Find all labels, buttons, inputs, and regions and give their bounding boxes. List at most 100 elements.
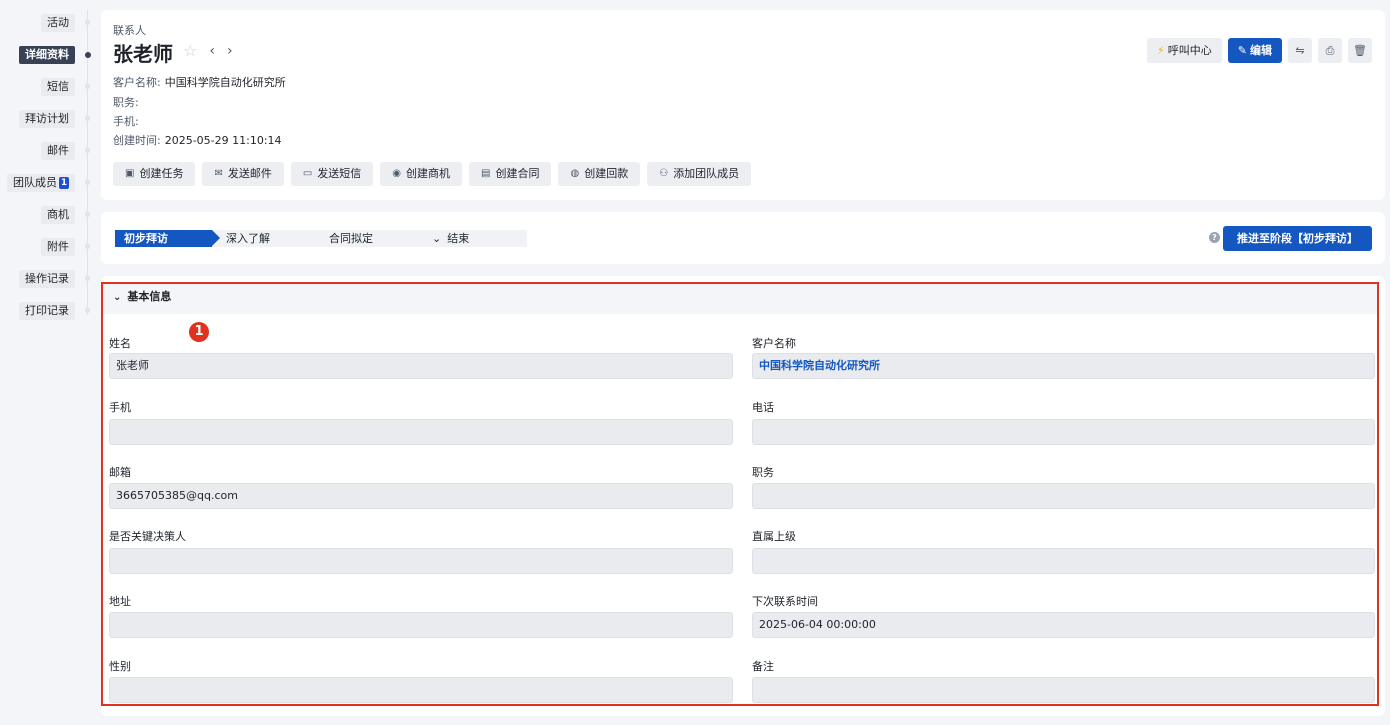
field-label-position: 职务 — [752, 466, 774, 479]
nav-item-operation-log[interactable]: 操作记录 — [19, 270, 75, 288]
edit-icon: ✎ — [1237, 44, 1247, 57]
chevron-down-icon: ⌄ — [432, 232, 442, 245]
nav-item-visit-plan[interactable]: 拜访计划 — [19, 110, 75, 128]
add-team-member-button[interactable]: ⚇ 添加团队成员 — [647, 162, 752, 186]
basic-info-header[interactable]: ⌄ 基本信息 — [103, 284, 1377, 314]
action-toolbar: ▣ 创建任务 ✉ 发送邮件 ▭ 发送短信 ◉ 创建商机 ▤ 创建合同 ◍ 创建回款 ⚇ 添加团… — [113, 162, 752, 186]
position-field[interactable] — [752, 483, 1375, 509]
stage-label: 深入了解 — [226, 232, 270, 245]
button-label: 创建合同 — [495, 167, 540, 180]
contact-header-card: 联系人 张老师 ☆ ‹ › 客户名称: 中国科学院自动化研究所 职务: 手机: 创… — [101, 10, 1385, 200]
meta-position: 职务: — [113, 94, 143, 110]
message-icon: ▭ — [302, 168, 313, 179]
field-label-mobile: 手机 — [109, 401, 131, 414]
nav-dot — [85, 212, 90, 217]
field-label-next-contact: 下次联系时间 — [752, 595, 818, 608]
nav-item-activity[interactable]: 活动 — [41, 14, 75, 32]
button-label: 发送短信 — [317, 167, 362, 180]
field-label-decision-maker: 是否关键决策人 — [109, 530, 186, 543]
chevron-right-icon[interactable]: › — [227, 43, 233, 59]
meta-value: 中国科学院自动化研究所 — [164, 76, 286, 89]
field-label-address: 地址 — [109, 595, 131, 608]
users-icon: ⚇ — [659, 168, 669, 179]
nav-item-sms[interactable]: 短信 — [41, 78, 75, 96]
nav-item-details[interactable]: 详细资料 — [19, 46, 75, 64]
title-icons: ☆ ‹ › — [183, 41, 233, 60]
page-title: 张老师 — [113, 42, 173, 66]
edit-button[interactable]: ✎ 编辑 — [1227, 38, 1282, 63]
gender-field[interactable] — [109, 677, 733, 703]
button-label: 创建回款 — [584, 167, 629, 180]
nav-dot — [85, 308, 90, 313]
send-sms-button[interactable]: ▭ 发送短信 — [290, 162, 374, 186]
meta-mobile: 手机: — [113, 113, 143, 129]
chevron-left-icon[interactable]: ‹ — [209, 43, 215, 59]
button-label: 发送邮件 — [227, 167, 272, 180]
meta-created: 创建时间: 2025-05-29 11:10:14 — [113, 132, 282, 148]
field-label-name: 姓名 — [109, 337, 131, 350]
mail-icon: ✉ — [214, 168, 223, 179]
nav-label: 邮件 — [47, 144, 69, 157]
stage-label: 合同拟定 — [329, 232, 373, 245]
delete-button[interactable]: 🗑 — [1348, 38, 1372, 63]
field-label-superior: 直属上级 — [752, 530, 796, 543]
field-label-phone: 电话 — [752, 401, 774, 414]
nav-label: 商机 — [47, 208, 69, 221]
stage-contract-drafting[interactable]: 合同拟定 — [315, 230, 426, 247]
transfer-icon: ⇋ — [1295, 44, 1305, 57]
button-label: 创建商机 — [406, 167, 451, 180]
nav-label: 操作记录 — [25, 272, 69, 285]
button-label: 创建任务 — [139, 167, 184, 180]
call-center-button[interactable]: ⚡ 呼叫中心 — [1147, 38, 1222, 63]
nav-item-attachments[interactable]: 附件 — [41, 238, 75, 256]
stage-deep-understanding[interactable]: 深入了解 — [212, 230, 323, 247]
next-contact-field[interactable]: 2025-06-04 00:00:00 — [752, 612, 1375, 638]
money-bag-icon: ◍ — [570, 168, 580, 179]
nav-item-print-log[interactable]: 打印记录 — [19, 302, 75, 320]
nav-label: 短信 — [47, 80, 69, 93]
print-button[interactable]: ⎙ — [1318, 38, 1342, 63]
transfer-button[interactable]: ⇋ — [1288, 38, 1312, 63]
nav-dot — [85, 116, 90, 121]
field-label-email: 邮箱 — [109, 466, 131, 479]
nav-label: 详细资料 — [25, 48, 69, 61]
remark-field[interactable] — [752, 677, 1375, 703]
create-task-button[interactable]: ▣ 创建任务 — [113, 162, 196, 186]
field-label-remark: 备注 — [752, 660, 774, 673]
phone-field[interactable] — [752, 419, 1375, 445]
create-contract-button[interactable]: ▤ 创建合同 — [469, 162, 552, 186]
coin-icon: ◉ — [392, 168, 402, 179]
advance-stage-button[interactable]: 推进至阶段【初步拜访】 — [1223, 226, 1372, 251]
create-opportunity-button[interactable]: ◉ 创建商机 — [380, 162, 463, 186]
stage-arrow — [315, 230, 323, 246]
nav-item-opportunity[interactable]: 商机 — [41, 206, 75, 224]
customer-field[interactable]: 中国科学院自动化研究所 — [752, 353, 1375, 379]
stage-label: 初步拜访 — [124, 232, 168, 245]
nav-dot — [85, 148, 90, 153]
stage-label: 结束 — [447, 232, 470, 245]
create-payment-button[interactable]: ◍ 创建回款 — [558, 162, 641, 186]
annotation-marker: 1 — [189, 322, 209, 342]
help-icon[interactable]: ? — [1209, 232, 1220, 243]
nav-dot — [85, 244, 90, 249]
nav-item-email[interactable]: 邮件 — [41, 142, 75, 160]
breadcrumb: 联系人 — [113, 24, 146, 37]
send-email-button[interactable]: ✉ 发送邮件 — [202, 162, 284, 186]
name-field[interactable]: 张老师 — [109, 353, 733, 379]
email-field[interactable]: 3665705385@qq.com — [109, 483, 733, 509]
nav-label: 团队成员 — [13, 176, 57, 189]
superior-field[interactable] — [752, 548, 1375, 574]
stage-progress: 初步拜访 深入了解 合同拟定 ⌄ 结束 — [115, 230, 527, 247]
meta-label: 客户名称: — [113, 76, 161, 89]
star-icon[interactable]: ☆ — [183, 41, 197, 60]
button-label: 呼叫中心 — [1167, 44, 1212, 57]
address-field[interactable] — [109, 612, 733, 638]
nav-label: 拜访计划 — [25, 112, 69, 125]
nav-item-team-members[interactable]: 团队成员 1 — [7, 174, 75, 192]
stage-initial-visit[interactable]: 初步拜访 — [115, 230, 220, 247]
mobile-field[interactable] — [109, 419, 733, 445]
section-title: 基本信息 — [127, 290, 172, 303]
meta-label: 手机: — [113, 115, 139, 128]
decision-maker-field[interactable] — [109, 548, 733, 574]
stage-end[interactable]: ⌄ 结束 — [418, 230, 527, 247]
